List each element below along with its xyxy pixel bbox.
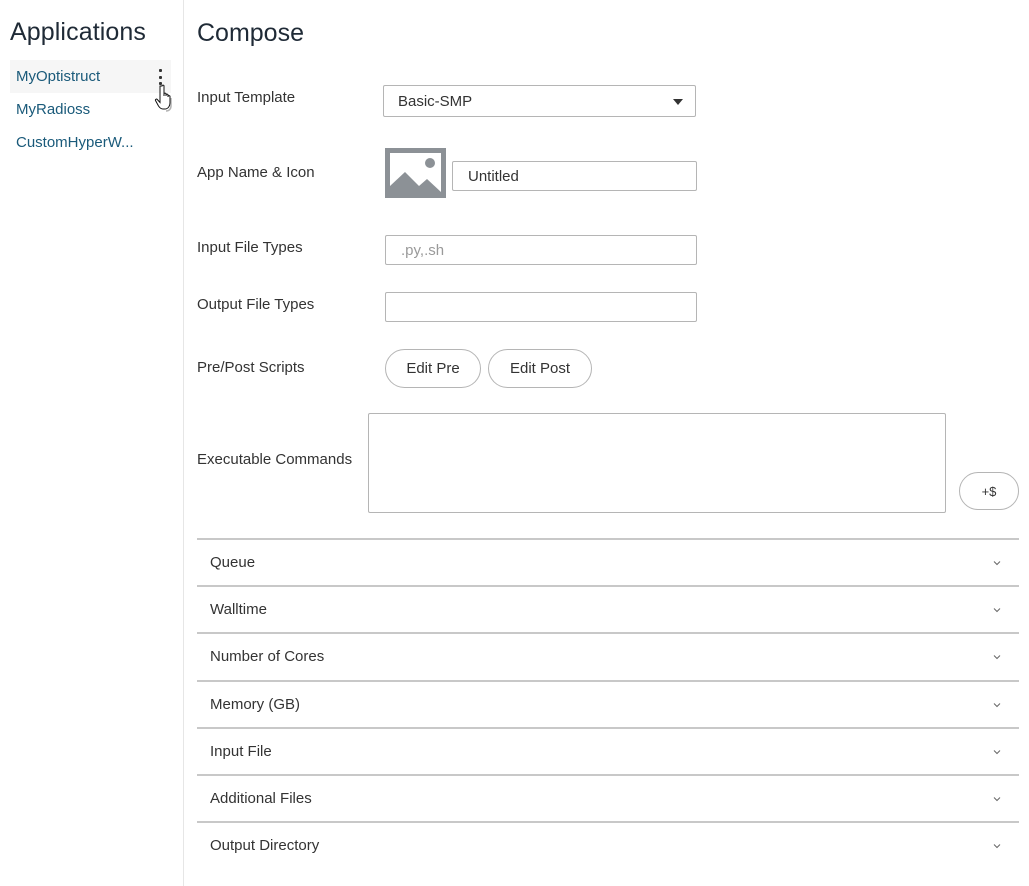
accordion-label: Input File: [210, 742, 272, 760]
app-item-customhyperworks[interactable]: CustomHyperW...: [10, 126, 171, 159]
accordion-item-output-directory[interactable]: Output Directory: [197, 821, 1019, 868]
app-item-label: CustomHyperW...: [16, 134, 134, 151]
app-item-label: MyOptistruct: [16, 68, 101, 85]
app-icon-picker[interactable]: [385, 148, 446, 198]
input-template-label: Input Template: [197, 89, 296, 106]
chevron-down-icon: [993, 561, 1001, 566]
accordion-item-queue[interactable]: Queue: [197, 538, 1019, 585]
accordion-label: Additional Files: [210, 789, 312, 807]
chevron-down-icon: [993, 655, 1001, 660]
hand-cursor-icon: [154, 84, 172, 112]
sidebar-title: Applications: [10, 18, 147, 46]
edit-pre-button[interactable]: Edit Pre: [385, 349, 481, 388]
edit-post-button[interactable]: Edit Post: [488, 349, 592, 388]
image-placeholder-icon: [390, 153, 441, 193]
resource-accordion: Queue Walltime Number of Cores Memory (G…: [197, 538, 1019, 868]
chevron-down-icon: [993, 797, 1001, 802]
executable-commands-label: Executable Commands: [197, 451, 353, 468]
app-item-myoptistruct[interactable]: MyOptistruct: [10, 60, 171, 93]
accordion-label: Output Directory: [210, 837, 320, 855]
input-template-select[interactable]: Basic-SMP: [383, 85, 696, 117]
chevron-down-icon: [993, 844, 1001, 849]
caret-down-icon: [673, 99, 683, 105]
accordion-item-input-file[interactable]: Input File: [197, 726, 1019, 774]
accordion-label: Memory (GB): [210, 695, 300, 713]
app-name-icon-label: App Name & Icon: [197, 164, 315, 181]
output-file-types-label: Output File Types: [197, 296, 315, 313]
input-template-value: Basic-SMP: [398, 93, 473, 110]
chevron-down-icon: [993, 608, 1001, 613]
pre-post-scripts-label: Pre/Post Scripts: [197, 359, 305, 376]
app-item-myradioss[interactable]: MyRadioss: [10, 93, 171, 126]
input-file-types-label: Input File Types: [197, 239, 303, 256]
input-file-types-input[interactable]: [385, 235, 697, 265]
accordion-item-walltime[interactable]: Walltime: [197, 585, 1019, 632]
executable-commands-textarea[interactable]: [368, 413, 946, 513]
page-title: Compose: [197, 19, 304, 47]
chevron-down-icon: [993, 749, 1001, 754]
app-list: MyOptistruct MyRadioss CustomHyperW...: [10, 60, 171, 159]
accordion-label: Number of Cores: [210, 648, 325, 666]
compose-panel: Compose Input Template Basic-SMP App Nam…: [197, 0, 1019, 886]
accordion-label: Queue: [210, 554, 256, 571]
add-variable-button[interactable]: +$: [959, 472, 1019, 510]
chevron-down-icon: [993, 702, 1001, 707]
app-item-label: MyRadioss: [16, 101, 91, 118]
output-file-types-input[interactable]: [385, 292, 697, 322]
accordion-label: Walltime: [210, 601, 267, 619]
app-name-input[interactable]: [452, 161, 697, 191]
sidebar: Applications MyOptistruct MyRadioss Cust…: [0, 0, 184, 886]
accordion-item-memory[interactable]: Memory (GB): [197, 679, 1019, 727]
accordion-item-number-of-cores[interactable]: Number of Cores: [197, 632, 1019, 679]
more-options-icon[interactable]: [157, 69, 163, 85]
accordion-item-additional-files[interactable]: Additional Files: [197, 773, 1019, 821]
